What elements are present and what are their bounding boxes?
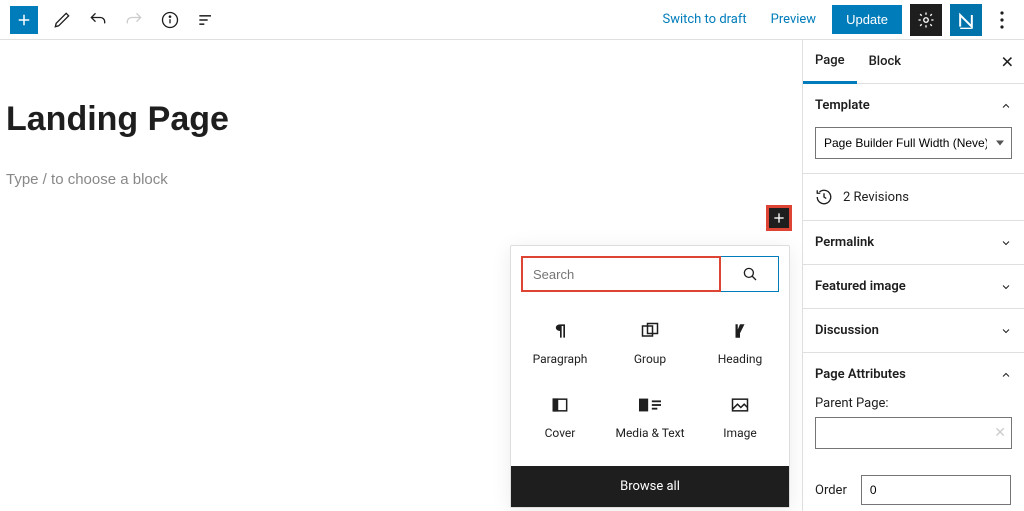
media-text-icon (639, 394, 661, 416)
parent-page-input[interactable] (815, 417, 1012, 449)
page-title[interactable]: Landing Page (6, 100, 802, 139)
permalink-label: Permalink (815, 235, 874, 250)
group-icon (639, 320, 661, 342)
settings-gear-button[interactable] (910, 4, 942, 36)
template-select[interactable]: Page Builder Full Width (Neve) (815, 127, 1012, 159)
redo-icon (122, 8, 146, 32)
block-group[interactable]: Group (605, 312, 695, 374)
featured-image-panel-header[interactable]: Featured image (803, 265, 1024, 308)
heading-icon (729, 320, 751, 342)
settings-sidebar: Page Block ✕ Template Page Builder Full … (802, 40, 1024, 511)
block-label: Paragraph (533, 352, 588, 366)
history-icon (815, 188, 833, 206)
clear-icon[interactable]: ✕ (994, 425, 1006, 441)
block-inserter-popup: Paragraph Group Heading (510, 245, 790, 508)
template-panel-header[interactable]: Template (803, 84, 1024, 127)
block-label: Media & Text (615, 426, 684, 440)
preview-link[interactable]: Preview (763, 6, 824, 33)
order-input[interactable] (861, 475, 1011, 505)
revisions-link[interactable]: 2 Revisions (803, 174, 1024, 220)
tab-page[interactable]: Page (803, 40, 857, 84)
tab-block[interactable]: Block (857, 40, 913, 84)
more-menu-icon[interactable] (990, 4, 1014, 36)
chevron-down-icon (1000, 325, 1012, 337)
image-icon (729, 394, 751, 416)
switch-to-draft-link[interactable]: Switch to draft (654, 6, 754, 33)
theme-logo-button[interactable] (950, 4, 982, 36)
close-icon[interactable]: ✕ (1001, 52, 1014, 71)
chevron-down-icon (1000, 237, 1012, 249)
search-icon[interactable] (721, 256, 779, 292)
parent-page-label: Parent Page: (815, 396, 1012, 411)
block-image[interactable]: Image (695, 386, 785, 448)
block-media-text[interactable]: Media & Text (605, 386, 695, 448)
undo-icon[interactable] (86, 8, 110, 32)
pencil-icon[interactable] (50, 8, 74, 32)
discussion-label: Discussion (815, 323, 879, 338)
inline-add-block-button[interactable] (766, 205, 792, 231)
permalink-panel-header[interactable]: Permalink (803, 221, 1024, 264)
block-label: Group (634, 352, 666, 366)
block-placeholder[interactable]: Type / to choose a block (6, 171, 802, 188)
block-paragraph[interactable]: Paragraph (515, 312, 605, 374)
page-attributes-panel-header[interactable]: Page Attributes (803, 353, 1024, 396)
block-cover[interactable]: Cover (515, 386, 605, 448)
template-label: Template (815, 98, 870, 113)
block-label: Image (723, 426, 756, 440)
info-icon[interactable] (158, 8, 182, 32)
revisions-count: 2 Revisions (843, 190, 909, 205)
page-attributes-label: Page Attributes (815, 367, 906, 382)
block-label: Heading (718, 352, 763, 366)
paragraph-icon (549, 320, 571, 342)
order-label: Order (815, 483, 847, 498)
block-heading[interactable]: Heading (695, 312, 785, 374)
featured-image-label: Featured image (815, 279, 906, 294)
outline-icon[interactable] (194, 8, 218, 32)
block-label: Cover (545, 426, 576, 440)
search-input[interactable] (521, 256, 721, 292)
chevron-up-icon (1000, 100, 1012, 112)
add-block-toggle-button[interactable] (10, 6, 38, 34)
cover-icon (549, 394, 571, 416)
update-button[interactable]: Update (832, 5, 902, 34)
discussion-panel-header[interactable]: Discussion (803, 309, 1024, 352)
chevron-up-icon (1000, 369, 1012, 381)
browse-all-button[interactable]: Browse all (511, 466, 789, 507)
chevron-down-icon (1000, 281, 1012, 293)
